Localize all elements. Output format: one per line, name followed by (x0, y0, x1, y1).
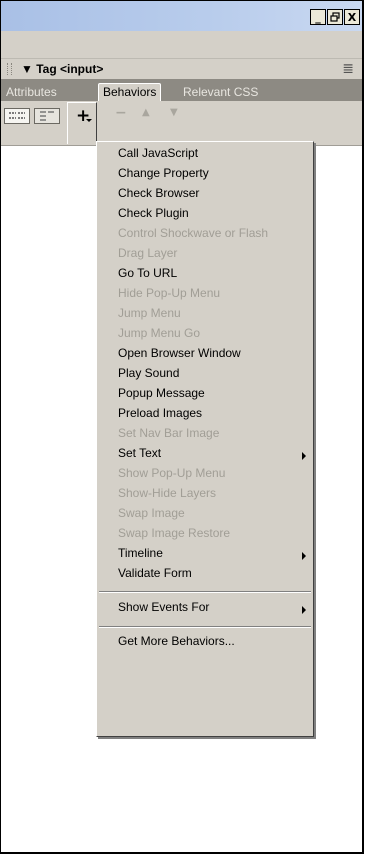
menu-item-set-nav-bar-image: Set Nav Bar Image (118, 426, 220, 440)
panel-title[interactable]: ▼ Tag <input> (21, 62, 103, 76)
menu-item-swap-image: Swap Image (118, 506, 185, 520)
move-up-button[interactable]: ▲ (142, 107, 150, 118)
menu-item-play-sound[interactable]: Play Sound (97, 366, 313, 386)
menu-item-show-events-for[interactable]: Show Events For (97, 600, 313, 620)
menu-item-drag-layer: Drag Layer (118, 246, 178, 260)
menu-item-jump-menu-go: Jump Menu Go (118, 326, 201, 340)
dropdown-arrow-icon (86, 119, 92, 122)
close-button[interactable]: X (344, 9, 360, 25)
menu-item-check-browser[interactable]: Check Browser (97, 186, 313, 206)
menu-item-popup-message[interactable]: Popup Message (97, 386, 313, 406)
add-behavior-menu: Call JavaScript Change Property Check Br… (96, 141, 314, 737)
restore-button[interactable] (327, 9, 343, 25)
panel-header[interactable]: ▼ Tag <input> ≣ (1, 59, 362, 79)
show-all-events-button[interactable] (34, 108, 60, 124)
menu-item-swap-image-restore: Swap Image Restore (118, 526, 231, 540)
minimize-button[interactable]: _ (310, 9, 326, 25)
menu-item-control-shockwave-or-flash: Control Shockwave or Flash (118, 226, 269, 240)
remove-behavior-button[interactable]: − (115, 105, 127, 121)
menu-item-preload-images[interactable]: Preload Images (97, 406, 313, 426)
menu-separator (99, 591, 311, 593)
tab-bar: Attributes Behaviors Relevant CSS (1, 79, 362, 102)
tab-behaviors[interactable]: Behaviors (98, 83, 162, 102)
gripper-icon[interactable] (7, 63, 12, 75)
submenu-arrow-icon (302, 452, 306, 460)
menu-item-get-more-behaviors[interactable]: Get More Behaviors... (97, 634, 313, 654)
menu-item-show-hide-layers: Show-Hide Layers (118, 486, 217, 500)
panel-options-icon[interactable]: ≣ (342, 61, 354, 77)
all-events-icon (40, 111, 54, 121)
menu-item-call-javascript[interactable]: Call JavaScript (97, 146, 313, 166)
menu-item-change-property[interactable]: Change Property (97, 166, 313, 186)
restore-icon (330, 12, 340, 22)
menu-item-timeline-label: Timeline (118, 546, 163, 560)
list-view-icon (9, 112, 25, 119)
submenu-arrow-icon (302, 552, 306, 560)
menu-item-set-text-label: Set Text (118, 446, 162, 460)
panel-dock-bar (1, 31, 362, 59)
title-bar[interactable]: _ X (1, 1, 362, 31)
menu-item-show-events-for-label: Show Events For (118, 600, 210, 614)
menu-item-check-plugin[interactable]: Check Plugin (97, 206, 313, 226)
menu-item-jump-menu: Jump Menu (118, 306, 181, 320)
move-down-button[interactable]: ▼ (170, 107, 178, 118)
menu-item-go-to-url[interactable]: Go To URL (97, 266, 313, 286)
plus-icon: + (76, 106, 91, 126)
menu-item-timeline[interactable]: Timeline (97, 546, 313, 566)
menu-item-open-browser-window[interactable]: Open Browser Window (97, 346, 313, 366)
menu-item-hide-popup-menu: Hide Pop-Up Menu (118, 286, 221, 300)
menu-item-show-popup-menu: Show Pop-Up Menu (118, 466, 226, 480)
submenu-arrow-icon (302, 606, 306, 614)
menu-separator (99, 626, 311, 628)
tab-relevant-css[interactable]: Relevant CSS (179, 84, 262, 101)
show-set-events-button[interactable] (4, 108, 30, 124)
menu-item-validate-form[interactable]: Validate Form (97, 566, 313, 586)
menu-item-set-text[interactable]: Set Text (97, 446, 313, 466)
tab-attributes[interactable]: Attributes (2, 84, 61, 101)
behaviors-toolbar: + − ▲ ▼ (1, 101, 362, 146)
add-behavior-button[interactable]: + (67, 102, 97, 144)
